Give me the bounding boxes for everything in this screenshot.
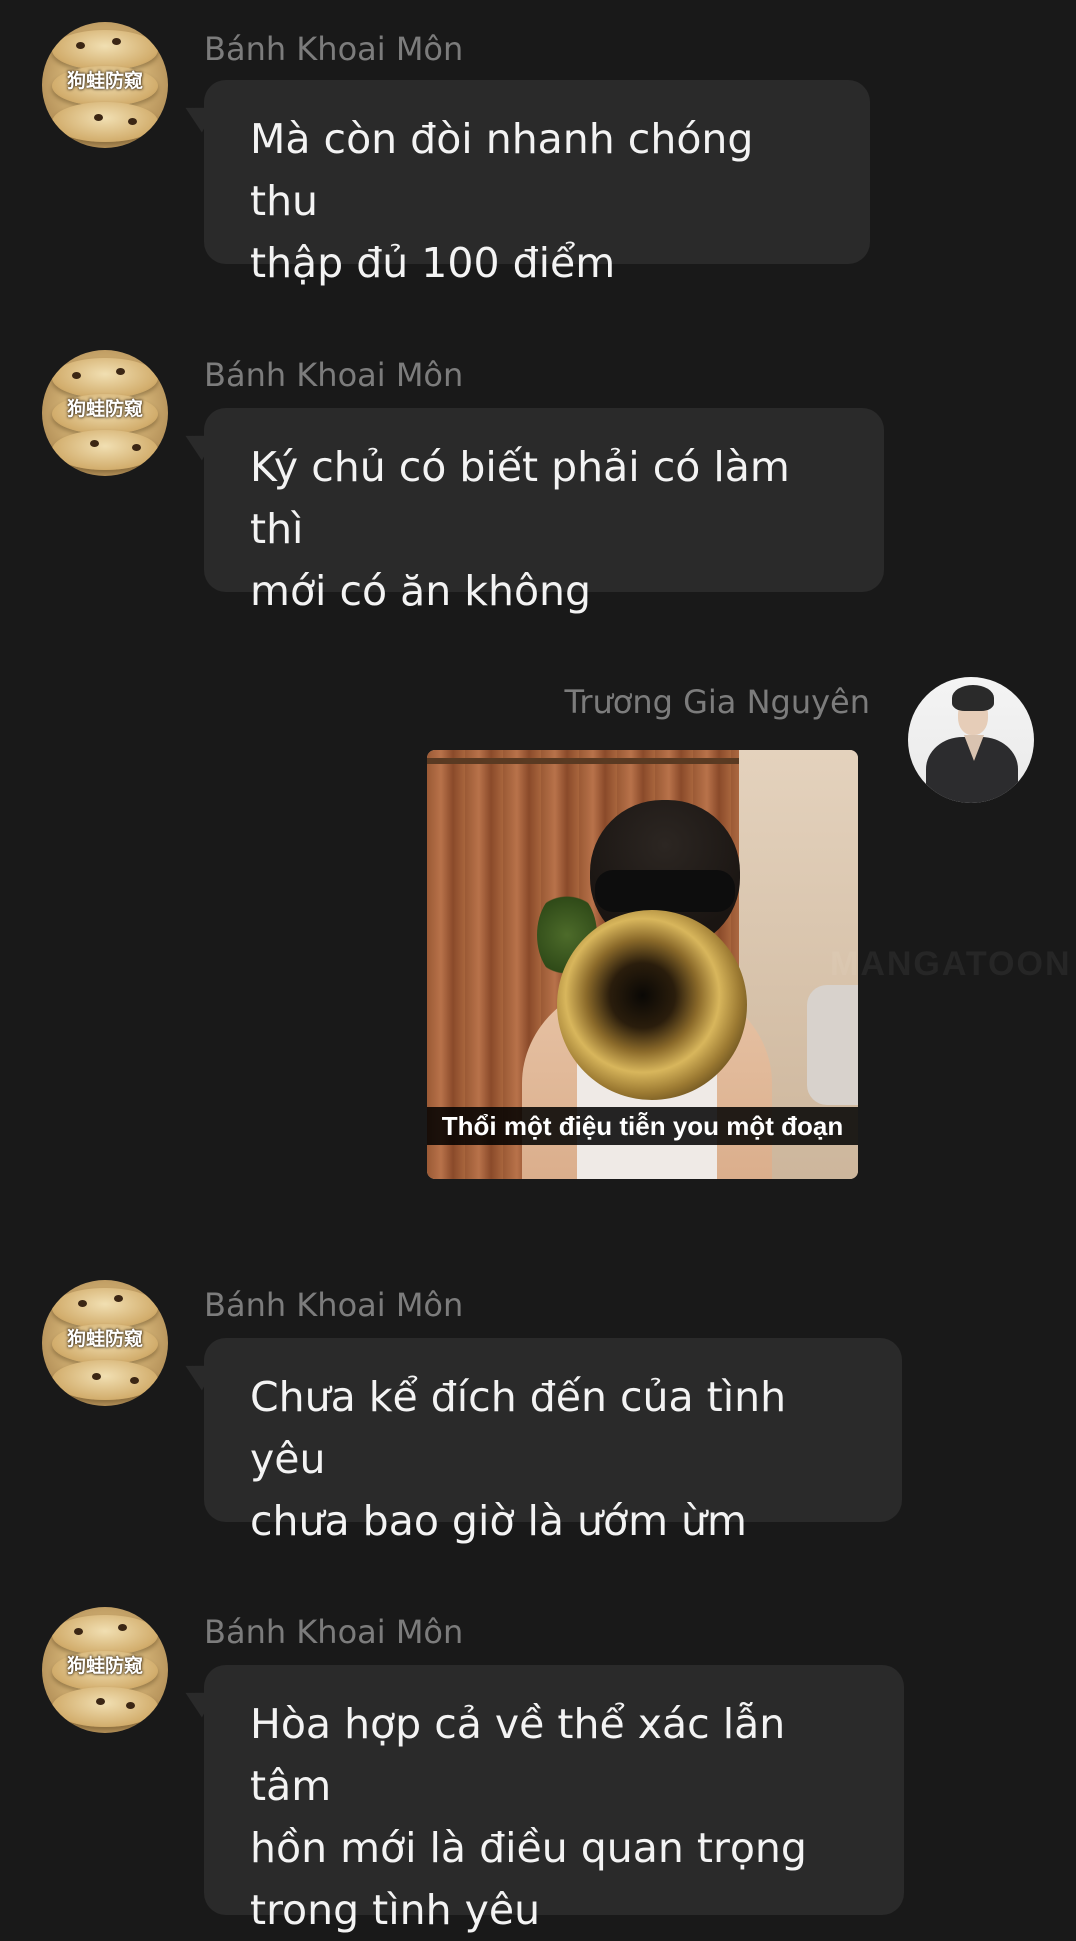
avatar-stamp: 狗蛙防窥	[66, 1655, 143, 1677]
message-bubble[interactable]: Hòa hợp cả về thể xác lẫn tâm hồn mới là…	[204, 1665, 904, 1934]
avatar-banh-khoai-mon[interactable]: 狗蛙防窥	[42, 1607, 168, 1733]
image-caption: Thổi một điệu tiễn you một đoạn	[427, 1107, 858, 1145]
message-line: hồn mới là điều quan trọng	[250, 1824, 807, 1872]
sender-name: Bánh Khoai Môn	[204, 1613, 464, 1651]
message-bubble[interactable]: Ký chủ có biết phải có làm thì mới có ăn…	[204, 408, 884, 615]
message-line: Chưa kể đích đến của tình yêu	[250, 1373, 787, 1483]
avatar-banh-khoai-mon[interactable]: 狗蛙防窥	[42, 350, 168, 476]
sender-name: Bánh Khoai Môn	[204, 356, 464, 394]
message-line: Hòa hợp cả về thể xác lẫn tâm	[250, 1700, 786, 1810]
sender-name: Bánh Khoai Môn	[204, 30, 464, 68]
sender-name: Bánh Khoai Môn	[204, 1286, 464, 1324]
watermark: MANGATOON	[830, 945, 1072, 983]
message-line: trong tình yêu	[250, 1886, 541, 1934]
message-line: Ký chủ có biết phải có làm thì	[250, 443, 790, 553]
avatar-stamp: 狗蛙防窥	[66, 1328, 143, 1350]
avatar-stamp: 狗蛙防窥	[66, 398, 143, 420]
trumpet-meme-image[interactable]: Thổi một điệu tiễn you một đoạn	[427, 750, 858, 1179]
avatar-stamp: 狗蛙防窥	[66, 70, 143, 92]
message-line: thập đủ 100 điểm	[250, 239, 616, 287]
message-bubble[interactable]: Mà còn đòi nhanh chóng thu thập đủ 100 đ…	[204, 80, 870, 287]
avatar-truong-gia-nguyen[interactable]	[908, 677, 1034, 803]
avatar-banh-khoai-mon[interactable]: 狗蛙防窥	[42, 22, 168, 148]
sender-name: Trương Gia Nguyên	[564, 683, 870, 721]
message-bubble[interactable]: Chưa kể đích đến của tình yêu chưa bao g…	[204, 1338, 902, 1545]
avatar-banh-khoai-mon[interactable]: 狗蛙防窥	[42, 1280, 168, 1406]
message-line: chưa bao giờ là ướm ừm	[250, 1497, 747, 1545]
message-line: mới có ăn không	[250, 567, 592, 615]
message-line: Mà còn đòi nhanh chóng thu	[250, 115, 754, 225]
